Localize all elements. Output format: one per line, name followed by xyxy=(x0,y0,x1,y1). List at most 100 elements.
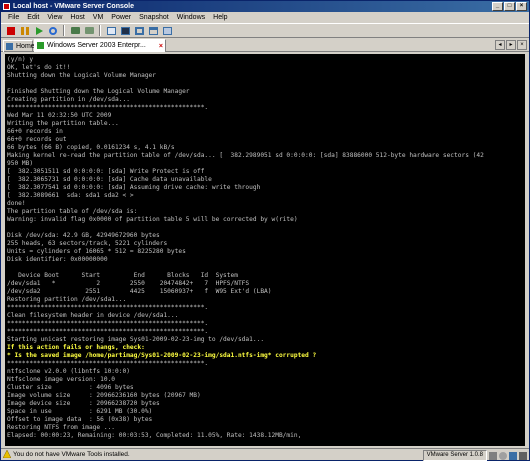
toolbar-separator xyxy=(63,25,65,36)
snapshot-button[interactable] xyxy=(69,25,81,36)
console-line: 66+0 records out xyxy=(7,136,67,143)
console-line: Cluster size : 4096 bytes xyxy=(7,384,134,391)
cdrom-icon[interactable] xyxy=(499,451,507,460)
console-line: [ 382.3051511 sd 0:0:0:0: [sda] Write Pr… xyxy=(7,168,205,175)
console-line: Restoring NTFS from image ... xyxy=(7,424,116,431)
play-button[interactable] xyxy=(33,25,45,36)
revert-button[interactable] xyxy=(83,25,95,36)
console-line: Ntfsclone image version: 10.0 xyxy=(7,376,116,383)
console-line: [ 382.3089661 sda: sda1 sda2 < > xyxy=(7,192,134,199)
toolbar xyxy=(1,23,529,38)
console-line: 255 heads, 63 sectors/track, 5221 cylind… xyxy=(7,240,168,247)
summary-view-icon xyxy=(106,26,116,35)
console-line: 66 bytes (66 B) copied, 0.0161234 s, 4.1… xyxy=(7,144,175,151)
hard-disk-icon[interactable] xyxy=(489,451,497,460)
console-line: 950 MB) xyxy=(7,160,34,167)
tab-home-label: Home xyxy=(16,43,35,50)
vm-icon xyxy=(37,42,44,49)
console-line: Finished Shutting down the Logical Volum… xyxy=(7,88,190,95)
menu-help[interactable]: Help xyxy=(209,12,231,23)
console-line: Space in use : 6291 MB (30.0%) xyxy=(7,408,153,415)
console-line: Wed Mar 11 02:32:50 UTC 2009 xyxy=(7,112,112,119)
status-message: You do not have VMware Tools installed. xyxy=(13,451,130,458)
console-line: ****************************************… xyxy=(7,104,209,111)
console-line: 66+0 records in xyxy=(7,128,63,135)
console-line: /dev/sda2 2551 4425 15060937+ f W95 Ext'… xyxy=(7,288,272,295)
minimize-button[interactable]: _ xyxy=(492,2,503,11)
stop-icon xyxy=(7,26,15,35)
console-line: Disk identifier: 0x00000000 xyxy=(7,256,108,263)
reset-icon xyxy=(49,26,57,35)
toolbar-separator xyxy=(99,25,101,36)
summary-view-button[interactable] xyxy=(105,25,117,36)
tab-scroll-right-button[interactable]: ▸ xyxy=(506,40,516,50)
revert-icon xyxy=(84,27,94,34)
menu-vm[interactable]: VM xyxy=(89,12,108,23)
appliance-view-button[interactable] xyxy=(161,25,173,36)
window-title: Local host - VMware Server Console xyxy=(13,3,134,10)
home-icon xyxy=(6,43,13,50)
console-line: (y/n) y xyxy=(7,56,34,63)
status-bar: You do not have VMware Tools installed. … xyxy=(1,448,529,461)
console-line: done! xyxy=(7,200,26,207)
version-badge: VMware Server 1.0.8 xyxy=(422,450,487,461)
menu-view[interactable]: View xyxy=(43,12,66,23)
console-line: ntfsclone v2.0.0 (libntfs 10:0:0) xyxy=(7,368,130,375)
console-line: Disk /dev/sda: 42.9 GB, 42949672960 byte… xyxy=(7,232,160,239)
console-line: Restoring partition /dev/sda1... xyxy=(7,296,127,303)
network-icon[interactable] xyxy=(509,451,517,460)
title-bar[interactable]: Local host - VMware Server Console _ □ × xyxy=(1,1,529,12)
close-button[interactable]: × xyxy=(516,2,527,11)
menu-host[interactable]: Host xyxy=(66,12,88,23)
console-line: Units = cylinders of 16065 * 512 = 82252… xyxy=(7,248,186,255)
console-line: Writing the partition table... xyxy=(7,120,119,127)
console-line: ****************************************… xyxy=(7,360,209,367)
console-line: Elapsed: 00:00:23, Remaining: 00:03:53, … xyxy=(7,432,302,439)
console-line: /dev/sda1 * 2 2550 20474842+ 7 HPFS/NTFS xyxy=(7,280,250,287)
menu-windows[interactable]: Windows xyxy=(173,12,209,23)
console-line: Offset to image data : 56 (0x38) bytes xyxy=(7,416,153,423)
tab-home[interactable]: Home xyxy=(3,40,35,52)
tab-scroll-left-button[interactable]: ◂ xyxy=(495,40,505,50)
warning-icon xyxy=(2,449,12,459)
console-line: Warning: invalid flag 0x0000 of partitio… xyxy=(7,216,298,223)
menu-bar: File Edit View Host VM Power Snapshot Wi… xyxy=(1,12,530,23)
play-icon xyxy=(35,26,43,35)
stop-button[interactable] xyxy=(5,25,17,36)
snapshot-icon xyxy=(70,27,80,34)
menu-file[interactable]: File xyxy=(4,12,23,23)
menu-power[interactable]: Power xyxy=(107,12,135,23)
console-line: The partition table of /dev/sda is: xyxy=(7,208,138,215)
reset-button[interactable] xyxy=(47,25,59,36)
tab-close-button[interactable]: × xyxy=(517,40,527,50)
close-tab-icon[interactable]: × xyxy=(159,41,163,52)
fullscreen-button[interactable] xyxy=(133,25,145,36)
usb-icon[interactable] xyxy=(519,451,527,460)
console-line: [ 382.3077541 sd 0:0:0:0: [sda] Assuming… xyxy=(7,184,261,191)
quick-switch-button[interactable] xyxy=(147,25,159,36)
console-line: If this action fails or hangs, check: xyxy=(7,344,145,351)
console-view-button[interactable] xyxy=(119,25,131,36)
console-line: Clean filesystem header in device /dev/s… xyxy=(7,312,179,319)
menu-snapshot[interactable]: Snapshot xyxy=(135,12,173,23)
console-line: ****************************************… xyxy=(7,304,209,311)
console-line: Shutting down the Logical Volume Manager xyxy=(7,72,157,79)
vm-console-screen[interactable]: (y/n) y OK, let's do it!! Shutting down th… xyxy=(5,54,525,446)
fullscreen-icon xyxy=(134,26,144,35)
pause-button[interactable] xyxy=(19,25,31,36)
console-line: ****************************************… xyxy=(7,320,209,327)
console-line: Image device size : 20966238720 bytes xyxy=(7,400,160,407)
console-line: Device Boot Start End Blocks Id System xyxy=(7,272,238,279)
tab-bar: Home Windows Server 2003 Enterpr... × ◂ … xyxy=(1,38,529,52)
vmware-app-icon xyxy=(3,3,10,10)
console-line: * Is the saved image /home/partimag/Sys0… xyxy=(7,352,317,359)
appliance-view-icon xyxy=(162,26,172,35)
menu-edit[interactable]: Edit xyxy=(23,12,43,23)
maximize-button[interactable]: □ xyxy=(504,2,515,11)
console-line: Creating partition in /dev/sda... xyxy=(7,96,130,103)
vmware-console-window: Local host - VMware Server Console _ □ ×… xyxy=(0,0,530,461)
quick-switch-icon xyxy=(148,26,158,35)
tab-vm-label: Windows Server 2003 Enterpr... xyxy=(47,42,146,49)
console-line: Image volume size : 20966236160 bytes (2… xyxy=(7,392,201,399)
tab-vm[interactable]: Windows Server 2003 Enterpr... × xyxy=(34,39,166,52)
